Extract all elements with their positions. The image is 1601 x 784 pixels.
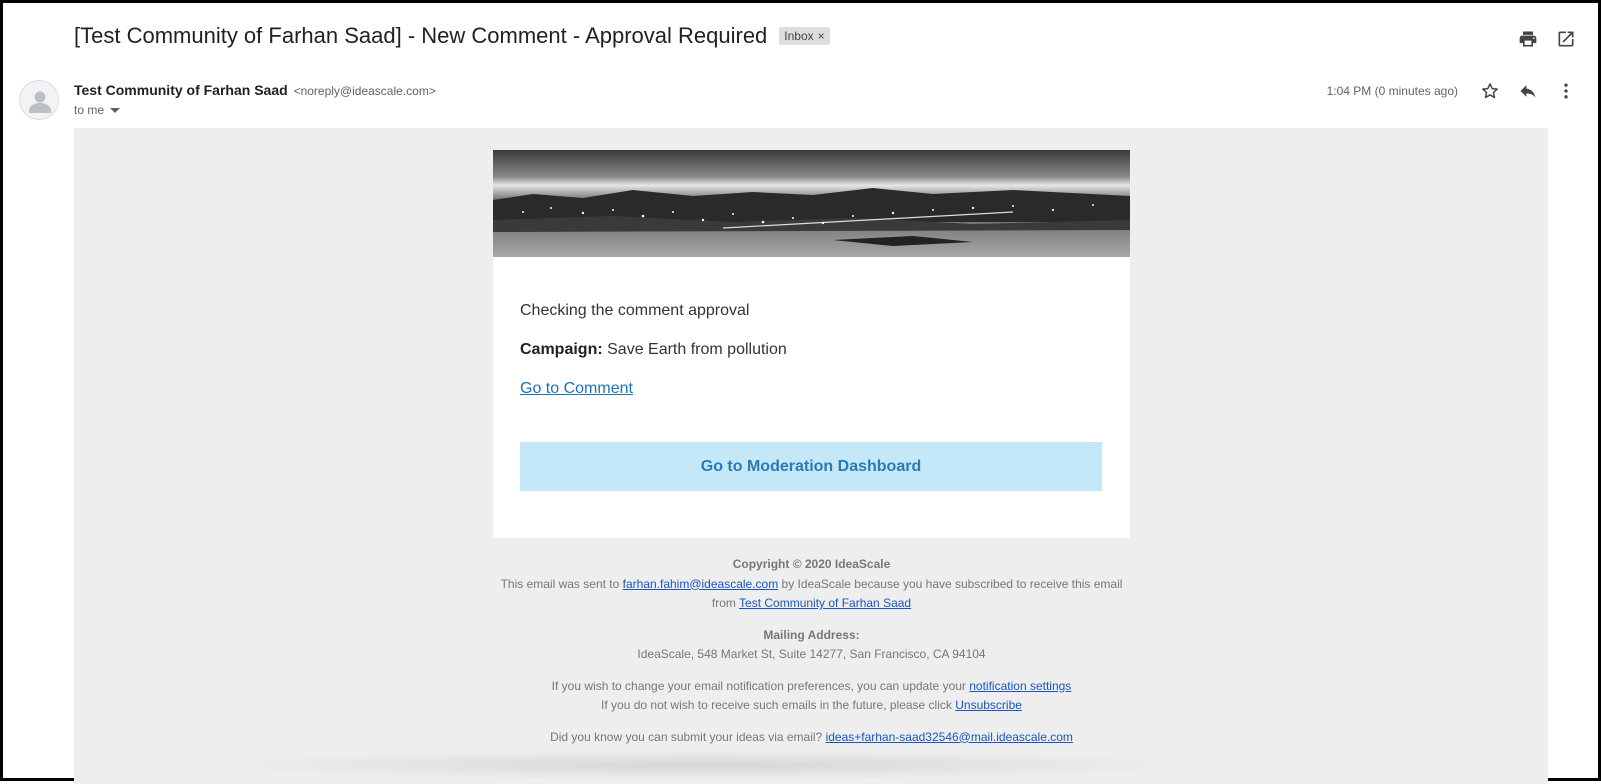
email-body: Checking the comment approval Campaign: … [74, 128, 1548, 784]
unsubscribe-line: If you do not wish to receive such email… [493, 696, 1130, 716]
email-subject: [Test Community of Farhan Saad] - New Co… [74, 23, 768, 48]
sender-name[interactable]: Test Community of Farhan Saad [74, 82, 288, 98]
star-icon[interactable] [1480, 81, 1500, 101]
community-link[interactable]: Test Community of Farhan Saad [739, 596, 911, 610]
sent-to-paragraph: This email was sent to farhan.fahim@idea… [493, 575, 1130, 614]
subject-row: [Test Community of Farhan Saad] - New Co… [74, 23, 830, 49]
go-to-comment-link[interactable]: Go to Comment [520, 380, 633, 398]
top-toolbar [1518, 29, 1576, 49]
unsubscribe-link[interactable]: Unsubscribe [955, 698, 1022, 712]
unsubscribe-text: If you do not wish to receive such email… [601, 698, 956, 712]
chevron-down-icon[interactable] [110, 107, 121, 113]
comment-text: Checking the comment approval [520, 302, 750, 319]
open-in-new-window-icon[interactable] [1556, 29, 1576, 49]
preferences-line: If you wish to change your email notific… [493, 677, 1130, 697]
campaign-value: Save Earth from pollution [602, 341, 787, 358]
reply-icon[interactable] [1518, 81, 1538, 101]
copyright-text: Copyright © 2020 IdeaScale [732, 557, 891, 571]
campaign-line: Campaign: Save Earth from pollution [520, 341, 787, 359]
inbox-label-text: Inbox [784, 29, 814, 43]
sender-avatar[interactable] [19, 80, 59, 120]
campaign-label: Campaign: [520, 341, 603, 358]
remove-label-button[interactable]: × [818, 29, 825, 43]
recipient-email-link[interactable]: farhan.fahim@ideascale.com [623, 577, 779, 591]
email-footer: Copyright © 2020 IdeaScale This email wa… [493, 555, 1130, 747]
ideas-email-link[interactable]: ideas+farhan-saad32546@mail.ideascale.co… [826, 730, 1073, 744]
notification-settings-link[interactable]: notification settings [969, 679, 1071, 693]
recipient-text: to me [74, 103, 105, 117]
mailing-address-label: Mailing Address: [763, 627, 860, 642]
sent-to-prefix: This email was sent to [500, 576, 623, 591]
city-skyline-banner [493, 150, 1130, 257]
mailing-address: IdeaScale, 548 Market St, Suite 14277, S… [637, 647, 986, 661]
print-icon[interactable] [1518, 29, 1538, 49]
preferences-text: If you wish to change your email notific… [551, 678, 970, 693]
email-card: Checking the comment approval Campaign: … [493, 150, 1130, 538]
more-vertical-icon[interactable] [1556, 81, 1576, 101]
bottom-shadow [204, 750, 1204, 780]
ideas-email-line: Did you know you can submit your ideas v… [493, 728, 1130, 748]
moderation-dashboard-button[interactable]: Go to Moderation Dashboard [520, 442, 1102, 491]
ideas-text: Did you know you can submit your ideas v… [550, 729, 826, 744]
person-icon [29, 91, 51, 113]
inbox-label-chip[interactable]: Inbox × [779, 27, 830, 45]
sender-block: Test Community of Farhan Saad <noreply@i… [74, 82, 436, 117]
message-actions: 1:04 PM (0 minutes ago) [1327, 81, 1576, 101]
timestamp: 1:04 PM (0 minutes ago) [1326, 84, 1458, 98]
sender-email: <noreply@ideascale.com> [293, 84, 436, 98]
